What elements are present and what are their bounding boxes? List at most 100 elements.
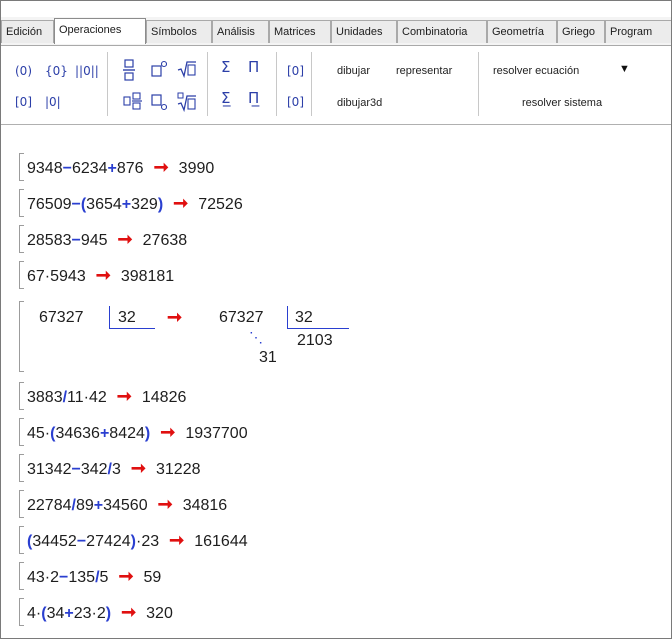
representar-button[interactable]: representar: [396, 64, 452, 78]
calc-result: 31228: [156, 461, 201, 478]
block-bracket: [19, 382, 24, 410]
calc-result: 72526: [198, 196, 243, 213]
fraction-icon[interactable]: [122, 59, 136, 85]
norm-icon[interactable]: ||0||: [75, 63, 99, 79]
calc-result: 1937700: [185, 425, 248, 442]
result-arrow-icon: ➞: [153, 157, 169, 177]
result-arrow-icon: ➞: [167, 307, 183, 327]
brackets-icon[interactable]: [0]: [15, 94, 32, 110]
absolute-value-icon[interactable]: |0|: [45, 94, 61, 110]
result-arrow-icon: ➞: [95, 265, 111, 285]
operand-token: 42: [88, 389, 107, 406]
operator-token: ): [157, 196, 164, 213]
operand-token: 5: [99, 569, 109, 586]
division-bar: [109, 328, 155, 329]
product-limits-icon[interactable]: Π̲: [248, 90, 259, 106]
remainder: 31: [259, 349, 277, 366]
operand-token: 3654: [86, 196, 122, 213]
vector-icon[interactable]: [0]: [287, 94, 304, 110]
power-icon[interactable]: [151, 60, 168, 82]
calc-result: 320: [146, 605, 173, 622]
calc-expression: 76509−(3654+329) ➞ 72526: [27, 193, 243, 214]
tab-combinatoria[interactable]: Combinatoria: [397, 20, 487, 43]
calc-expression: 45·(34636+8424) ➞ 1937700: [27, 422, 248, 443]
sqrt-icon[interactable]: [177, 60, 197, 82]
result-arrow-icon: ➞: [160, 422, 176, 442]
calc-expression: 28583−945 ➞ 27638: [27, 229, 187, 250]
block-bracket: [19, 225, 24, 253]
toolbar-separator: [107, 52, 108, 116]
calc-result: 3990: [178, 160, 215, 177]
block-bracket: [19, 598, 24, 626]
result-arrow-icon: ➞: [121, 602, 137, 622]
toolbar-separator: [276, 52, 277, 116]
operand-token: 22784: [27, 497, 72, 514]
tab-unidades[interactable]: Unidades: [331, 20, 397, 43]
tab-analisis[interactable]: Análisis: [212, 20, 269, 43]
wiris-editor-window: Edición Operaciones Símbolos Análisis Ma…: [0, 0, 672, 639]
tab-matrices[interactable]: Matrices: [269, 20, 331, 43]
toolbar-separator: [478, 52, 479, 116]
calc-result: 161644: [194, 533, 248, 550]
result-arrow-icon: ➞: [173, 193, 189, 213]
tab-edicion[interactable]: Edición: [1, 20, 54, 43]
product-icon[interactable]: Π: [248, 59, 259, 75]
operand-token: 876: [116, 160, 144, 177]
operand-token: 11: [67, 389, 84, 406]
parentheses-icon[interactable]: (0): [15, 63, 32, 79]
calc-expression: 31342−342/3 ➞ 31228: [27, 458, 201, 479]
sum-limits-icon[interactable]: Σ̲: [221, 90, 230, 106]
dibujar3d-button[interactable]: dibujar3d: [337, 96, 382, 110]
matrix-icon[interactable]: [0]: [287, 63, 304, 79]
tab-bar: Edición Operaciones Símbolos Análisis Ma…: [1, 17, 671, 46]
block-bracket: [19, 490, 24, 518]
block-bracket: [19, 301, 24, 372]
division-bar: [109, 306, 110, 328]
result-arrow-icon: ➞: [169, 530, 185, 550]
dibujar-button[interactable]: dibujar: [337, 64, 370, 78]
subscript-icon[interactable]: [151, 93, 168, 115]
operand-token: 43: [27, 569, 45, 586]
nth-root-icon[interactable]: [177, 92, 197, 116]
operator-token: +: [121, 196, 132, 213]
chevron-down-icon[interactable]: ▼: [619, 63, 630, 75]
sum-icon[interactable]: Σ: [221, 59, 230, 75]
tab-operaciones[interactable]: Operaciones: [54, 18, 146, 44]
tab-geometria[interactable]: Geometría: [487, 20, 557, 43]
block-bracket: [19, 153, 24, 181]
block-bracket: [19, 454, 24, 482]
operand-token: 23: [141, 533, 160, 550]
quotient: 2103: [297, 332, 333, 349]
operand-token: 31342: [27, 461, 72, 478]
division-bar: [287, 306, 288, 328]
tab-simbolos[interactable]: Símbolos: [146, 20, 212, 43]
operator-token: +: [99, 425, 110, 442]
mixed-fraction-icon[interactable]: [123, 92, 145, 114]
calc-expression: (34452−27424)·23 ➞ 161644: [27, 530, 248, 551]
operator-token: ): [105, 605, 112, 622]
calc-expression: 67·5943 ➞ 398181: [27, 265, 174, 286]
worksheet[interactable]: 9348−6234+876 ➞ 3990 76509−(3654+329) ➞ 7252…: [1, 125, 671, 638]
tab-programacion[interactable]: Program: [605, 20, 671, 43]
braces-icon[interactable]: {0}: [45, 63, 68, 79]
operand-token: 2: [50, 569, 60, 586]
block-bracket: [19, 261, 24, 289]
operand-token: 67: [27, 268, 45, 285]
operand-token: 329: [131, 196, 158, 213]
result-arrow-icon: ➞: [117, 229, 133, 249]
tab-griego[interactable]: Griego: [557, 20, 605, 43]
result-arrow-icon: ➞: [116, 386, 132, 406]
resolver-sistema-button[interactable]: resolver sistema: [522, 96, 602, 110]
operand-token: 3883: [27, 389, 63, 406]
resolver-ecuacion-button[interactable]: resolver ecuación: [493, 64, 579, 78]
operand-token: 5943: [50, 268, 86, 285]
calc-expression: 43·2−135/5 ➞ 59: [27, 566, 161, 587]
operator-token: +: [93, 497, 104, 514]
operand-token: 945: [80, 232, 108, 249]
division-row[interactable]: 67327 32 ➞ 67327 32 2103 ⋱ 31: [19, 301, 627, 373]
operand-token: 342: [80, 461, 108, 478]
operand-token: 6234: [71, 160, 108, 177]
block-bracket: [19, 418, 24, 446]
operand-token: 2: [96, 605, 106, 622]
operator-token: −: [71, 461, 81, 478]
